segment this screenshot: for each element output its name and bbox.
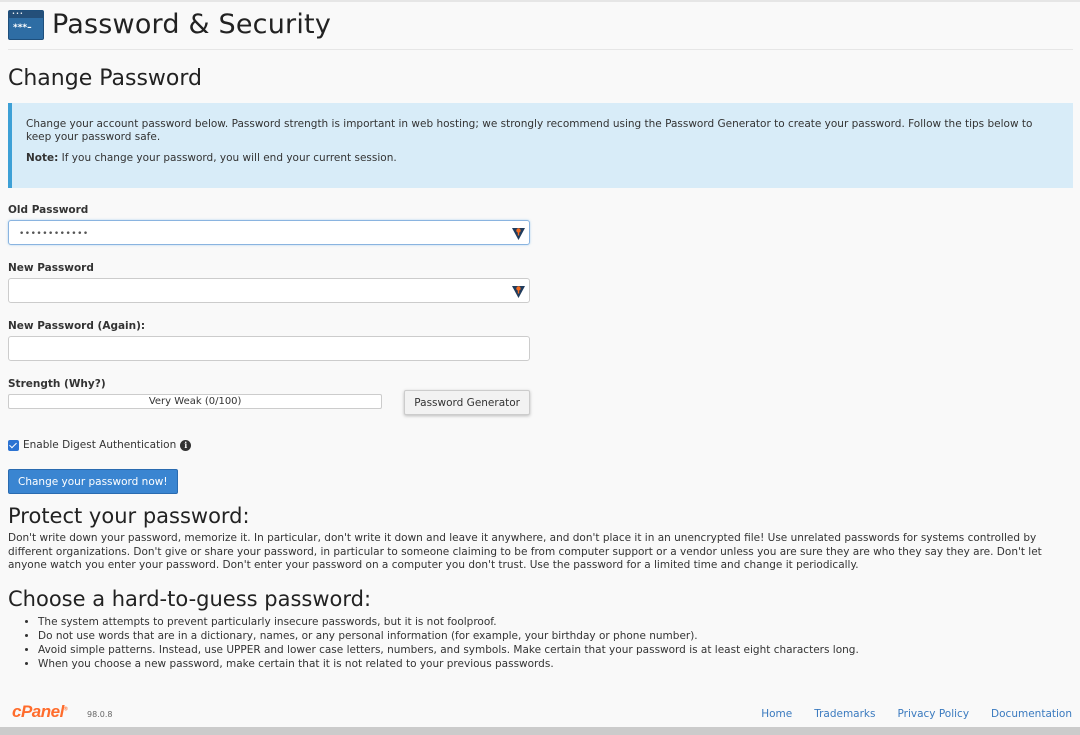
new-password-again-label: New Password (Again): bbox=[8, 320, 146, 332]
strength-label-text: Strength bbox=[8, 378, 65, 390]
digest-auth-label[interactable]: Enable Digest Authentication bbox=[23, 439, 176, 451]
new-password-again-field[interactable] bbox=[8, 336, 530, 361]
alert-note-label: Note: bbox=[26, 152, 59, 164]
old-password-input[interactable] bbox=[9, 222, 529, 246]
page-header: ••• ***– Password & Security bbox=[8, 0, 1073, 50]
strength-text: Very Weak (0/100) bbox=[148, 396, 242, 407]
info-alert: Change your account password below. Pass… bbox=[8, 103, 1073, 188]
page-content: ••• ***– Password & Security Change Pass… bbox=[8, 0, 1073, 671]
version-text: 98.0.8 bbox=[87, 710, 113, 719]
alert-note: Note: If you change your password, you w… bbox=[26, 152, 1059, 165]
password-manager-icon[interactable] bbox=[512, 284, 525, 298]
list-item: Avoid simple patterns. Instead, use UPPE… bbox=[38, 643, 1073, 657]
choose-heading: Choose a hard-to-guess password: bbox=[8, 586, 372, 611]
new-password-label: New Password bbox=[8, 262, 94, 274]
alert-message: Change your account password below. Pass… bbox=[26, 118, 1033, 143]
section-title: Change Password bbox=[8, 66, 202, 91]
password-generator-button[interactable]: Password Generator bbox=[404, 390, 530, 415]
new-password-input[interactable] bbox=[9, 279, 529, 302]
protect-text: Don't write down your password, memorize… bbox=[8, 532, 1042, 571]
alert-note-text: If you change your password, you will en… bbox=[58, 152, 397, 164]
strength-label: Strength (Why?) bbox=[8, 378, 530, 390]
cpanel-logo[interactable]: cPanel® bbox=[12, 702, 68, 722]
password-manager-icon[interactable] bbox=[512, 226, 525, 240]
change-password-button[interactable]: Change your password now! bbox=[8, 469, 178, 494]
change-password-form: Old Password New Password New Password (… bbox=[8, 204, 530, 494]
footer: cPanel® 98.0.8 Home Trademarks Privacy P… bbox=[0, 700, 1080, 727]
strength-row: Very Weak (0/100) Password Generator bbox=[8, 390, 530, 415]
list-item: Do not use words that are in a dictionar… bbox=[38, 629, 1073, 643]
tips-list: The system attempts to prevent particula… bbox=[8, 615, 1073, 671]
new-password-field[interactable] bbox=[8, 278, 530, 303]
old-password-field[interactable] bbox=[8, 220, 530, 246]
password-window-icon: ••• ***– bbox=[8, 9, 44, 40]
list-item: The system attempts to prevent particula… bbox=[38, 615, 1073, 629]
protect-heading: Protect your password: bbox=[8, 504, 250, 528]
digest-auth-row: Enable Digest Authentication i bbox=[8, 439, 530, 451]
footer-link-home[interactable]: Home bbox=[761, 708, 792, 720]
digest-auth-checkbox[interactable] bbox=[8, 439, 19, 451]
footer-link-trademarks[interactable]: Trademarks bbox=[814, 708, 875, 720]
logo-text: cPanel bbox=[12, 702, 64, 721]
strength-why-link[interactable]: (Why?) bbox=[64, 378, 106, 390]
info-icon[interactable]: i bbox=[180, 439, 192, 451]
footer-link-privacy-policy[interactable]: Privacy Policy bbox=[897, 708, 969, 720]
footer-link-documentation[interactable]: Documentation bbox=[991, 708, 1072, 720]
list-item: When you choose a new password, make cer… bbox=[38, 657, 1073, 671]
strength-meter: Very Weak (0/100) bbox=[8, 394, 383, 409]
horizontal-scrollbar[interactable] bbox=[0, 727, 1080, 735]
old-password-label: Old Password bbox=[8, 204, 89, 216]
new-password-again-input[interactable] bbox=[9, 337, 529, 360]
page-title: Password & Security bbox=[52, 9, 332, 40]
footer-links: Home Trademarks Privacy Policy Documenta… bbox=[761, 708, 1072, 720]
